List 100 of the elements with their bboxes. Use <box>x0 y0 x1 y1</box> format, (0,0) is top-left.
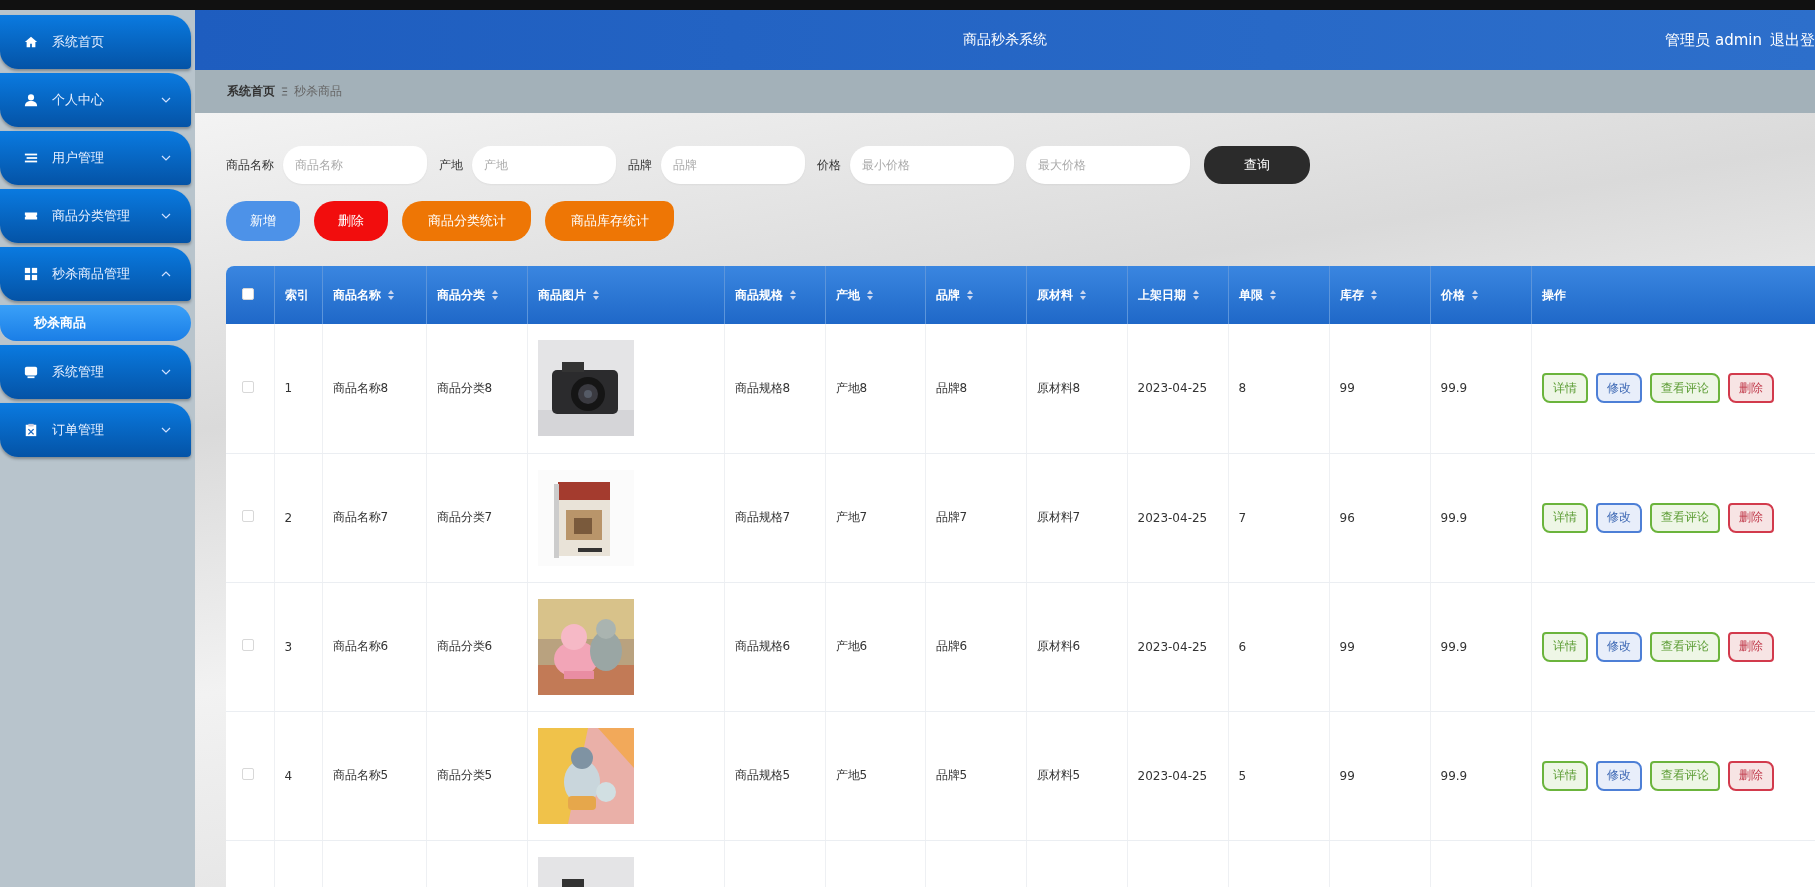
table-cell: 99 <box>1339 381 1355 396</box>
column-header[interactable]: 库存 <box>1339 286 1364 304</box>
delete-button[interactable]: 删除 <box>314 201 388 241</box>
sort-icon[interactable] <box>1470 289 1479 301</box>
sidebar-item[interactable]: 商品分类管理 <box>0 189 191 243</box>
edit-button[interactable]: 修改 <box>1595 760 1642 791</box>
detail-button[interactable]: 查看评论 <box>1649 373 1720 404</box>
detail-button[interactable]: 查看评论 <box>1649 502 1720 533</box>
sidebar-item[interactable]: 系统首页 <box>0 15 191 69</box>
table-cell: 99 <box>1339 768 1355 783</box>
column-header[interactable]: 品牌 <box>935 286 960 304</box>
search-button[interactable]: 查询 <box>1204 146 1310 184</box>
column-header: 操作 <box>1541 286 1566 304</box>
sort-icon[interactable] <box>1191 289 1200 301</box>
checkbox[interactable] <box>242 510 254 522</box>
column-header[interactable]: 商品规格 <box>734 286 783 304</box>
table-cell: 3 <box>284 639 293 654</box>
add-button[interactable]: 新增 <box>226 201 300 241</box>
table-cell: 品牌7 <box>935 510 968 524</box>
field-label: 品牌 <box>628 156 652 174</box>
column-header[interactable]: 商品名称 <box>332 286 381 304</box>
logout-link[interactable]: 退出登 <box>1770 30 1815 50</box>
table-cell: 商品规格6 <box>734 639 791 653</box>
table-cell: 产地5 <box>835 768 868 782</box>
table-cell: 产地8 <box>835 380 868 395</box>
table-cell: 产地6 <box>835 639 868 653</box>
table-cell: 96 <box>1339 510 1355 525</box>
sort-icon[interactable] <box>865 289 874 301</box>
input-field[interactable]: 最小价格 <box>850 146 1014 184</box>
clipboard-icon <box>24 423 38 437</box>
edit-button[interactable]: 修改 <box>1595 373 1642 404</box>
table-cell: 2 <box>284 510 293 525</box>
input-field[interactable]: 品牌 <box>661 146 805 184</box>
detail-button[interactable]: 详情 <box>1541 502 1588 533</box>
sort-icon[interactable] <box>490 289 499 301</box>
table-cell: 商品分类8 <box>436 380 493 395</box>
table-cell: 原材料5 <box>1036 768 1081 782</box>
checkbox[interactable] <box>242 287 254 300</box>
column-header[interactable]: 商品图片 <box>537 286 586 304</box>
column-header[interactable]: 原材料 <box>1036 286 1073 304</box>
sort-icon[interactable] <box>1369 289 1378 301</box>
sort-icon[interactable] <box>788 289 797 301</box>
user-label: 管理员 admin <box>1665 30 1762 50</box>
table-cell: 品牌6 <box>935 639 968 653</box>
input-field[interactable]: 最大价格 <box>1026 146 1190 184</box>
column-header[interactable]: 产地 <box>835 286 860 304</box>
table-cell: 商品名称5 <box>332 768 389 782</box>
delete-button[interactable]: 删除 <box>1727 502 1774 533</box>
table-cell: 商品规格8 <box>734 380 791 395</box>
sidebar-item[interactable]: 用户管理 <box>0 131 191 185</box>
input-field[interactable]: 商品名称 <box>283 146 427 184</box>
sidebar-item[interactable]: 订单管理 <box>0 403 191 457</box>
field-label: 价格 <box>817 156 841 174</box>
column-header[interactable]: 单限 <box>1238 286 1263 304</box>
statistics-button[interactable]: 商品分类统计 <box>402 201 531 241</box>
table-cell: 2023-04-25 <box>1137 381 1208 396</box>
table-cell: 2023-04-25 <box>1137 639 1208 654</box>
table-cell: 商品分类7 <box>436 510 493 524</box>
table-cell: 商品名称8 <box>332 380 389 395</box>
table-cell: 2023-04-25 <box>1137 510 1208 525</box>
input-field[interactable]: 产地 <box>472 146 616 184</box>
table-cell: 99.9 <box>1440 381 1468 396</box>
table-cell: 商品分类5 <box>436 768 493 782</box>
delete-button[interactable]: 删除 <box>1727 373 1774 404</box>
edit-button[interactable]: 修改 <box>1595 631 1642 662</box>
checkbox[interactable] <box>242 639 254 651</box>
monitor-icon <box>24 365 38 379</box>
detail-button[interactable]: 详情 <box>1541 631 1588 662</box>
delete-button[interactable]: 删除 <box>1727 631 1774 662</box>
column-header[interactable]: 价格 <box>1440 286 1465 304</box>
sidebar-item[interactable]: 系统管理 <box>0 345 191 399</box>
delete-button[interactable]: 删除 <box>1727 760 1774 791</box>
sidebar-item[interactable]: 秒杀商品管理 <box>0 247 191 301</box>
table-cell: 商品规格5 <box>734 768 791 782</box>
checkbox[interactable] <box>242 380 254 393</box>
table-cell: 商品分类6 <box>436 639 493 653</box>
table-cell: 99.9 <box>1440 639 1468 654</box>
sort-icon[interactable] <box>1268 289 1277 301</box>
detail-button[interactable]: 详情 <box>1541 760 1588 791</box>
user-icon <box>24 93 38 107</box>
edit-button[interactable]: 修改 <box>1595 502 1642 533</box>
sort-icon[interactable] <box>591 289 600 301</box>
detail-button[interactable]: 详情 <box>1541 373 1588 404</box>
breadcrumb-item[interactable]: 系统首页 <box>227 83 275 100</box>
table-cell: 4 <box>284 768 293 783</box>
table-cell: 品牌8 <box>935 380 968 395</box>
separator-icon <box>281 87 288 96</box>
sort-icon[interactable] <box>386 289 395 301</box>
sort-icon[interactable] <box>965 289 974 301</box>
sort-icon[interactable] <box>1078 289 1087 301</box>
submenu-item[interactable]: 秒杀商品 <box>0 305 191 341</box>
detail-button[interactable]: 查看评论 <box>1649 631 1720 662</box>
checkbox[interactable] <box>242 768 254 780</box>
statistics-button[interactable]: 商品库存统计 <box>545 201 674 241</box>
column-header[interactable]: 上架日期 <box>1137 286 1186 304</box>
table-cell: 99 <box>1339 639 1355 654</box>
sidebar-item[interactable]: 个人中心 <box>0 73 191 127</box>
detail-button[interactable]: 查看评论 <box>1649 760 1720 791</box>
column-header[interactable]: 商品分类 <box>436 286 485 304</box>
table-cell: 商品名称6 <box>332 639 389 653</box>
